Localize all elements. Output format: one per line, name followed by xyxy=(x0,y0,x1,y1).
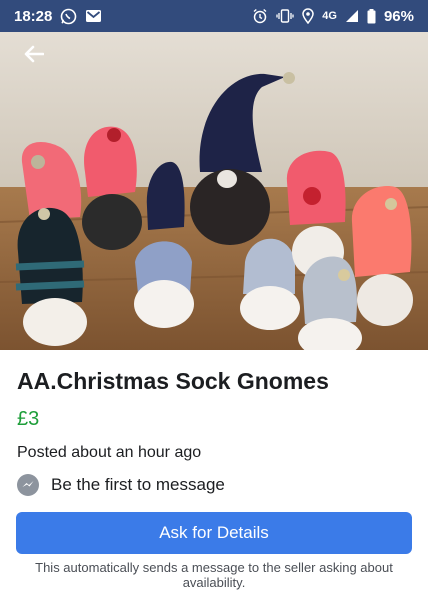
status-bar-right: 4G 96% xyxy=(252,8,414,25)
battery-percent: 96% xyxy=(383,7,414,25)
message-prompt-label: Be the first to message xyxy=(51,475,225,494)
back-arrow-icon xyxy=(24,45,45,68)
listing-photo[interactable] xyxy=(0,32,428,350)
status-time: 18:28 xyxy=(14,7,53,25)
battery-icon xyxy=(367,8,376,24)
messenger-icon xyxy=(17,474,39,496)
alarm-icon xyxy=(252,8,268,24)
whatsapp-icon xyxy=(60,8,77,25)
posted-time: Posted about an hour ago xyxy=(17,444,202,461)
disclaimer-text: This automatically sends a message to th… xyxy=(35,560,393,590)
signal-icon xyxy=(345,9,359,23)
network-type: 4G xyxy=(322,10,337,22)
status-bar-left: 18:28 xyxy=(14,8,102,25)
message-prompt[interactable]: Be the first to message xyxy=(17,474,225,496)
ask-for-details-button[interactable]: Ask for Details xyxy=(16,512,412,554)
back-button[interactable] xyxy=(14,40,54,72)
vibrate-icon xyxy=(276,9,294,23)
listing-title: AA.Christmas Sock Gnomes xyxy=(17,368,329,394)
gnomes-photo-illustration xyxy=(0,32,428,350)
listing-price: £3 xyxy=(17,408,40,430)
status-bar: 18:28 4G 96% xyxy=(0,0,428,32)
gmail-icon xyxy=(85,9,102,23)
location-icon xyxy=(302,8,315,24)
